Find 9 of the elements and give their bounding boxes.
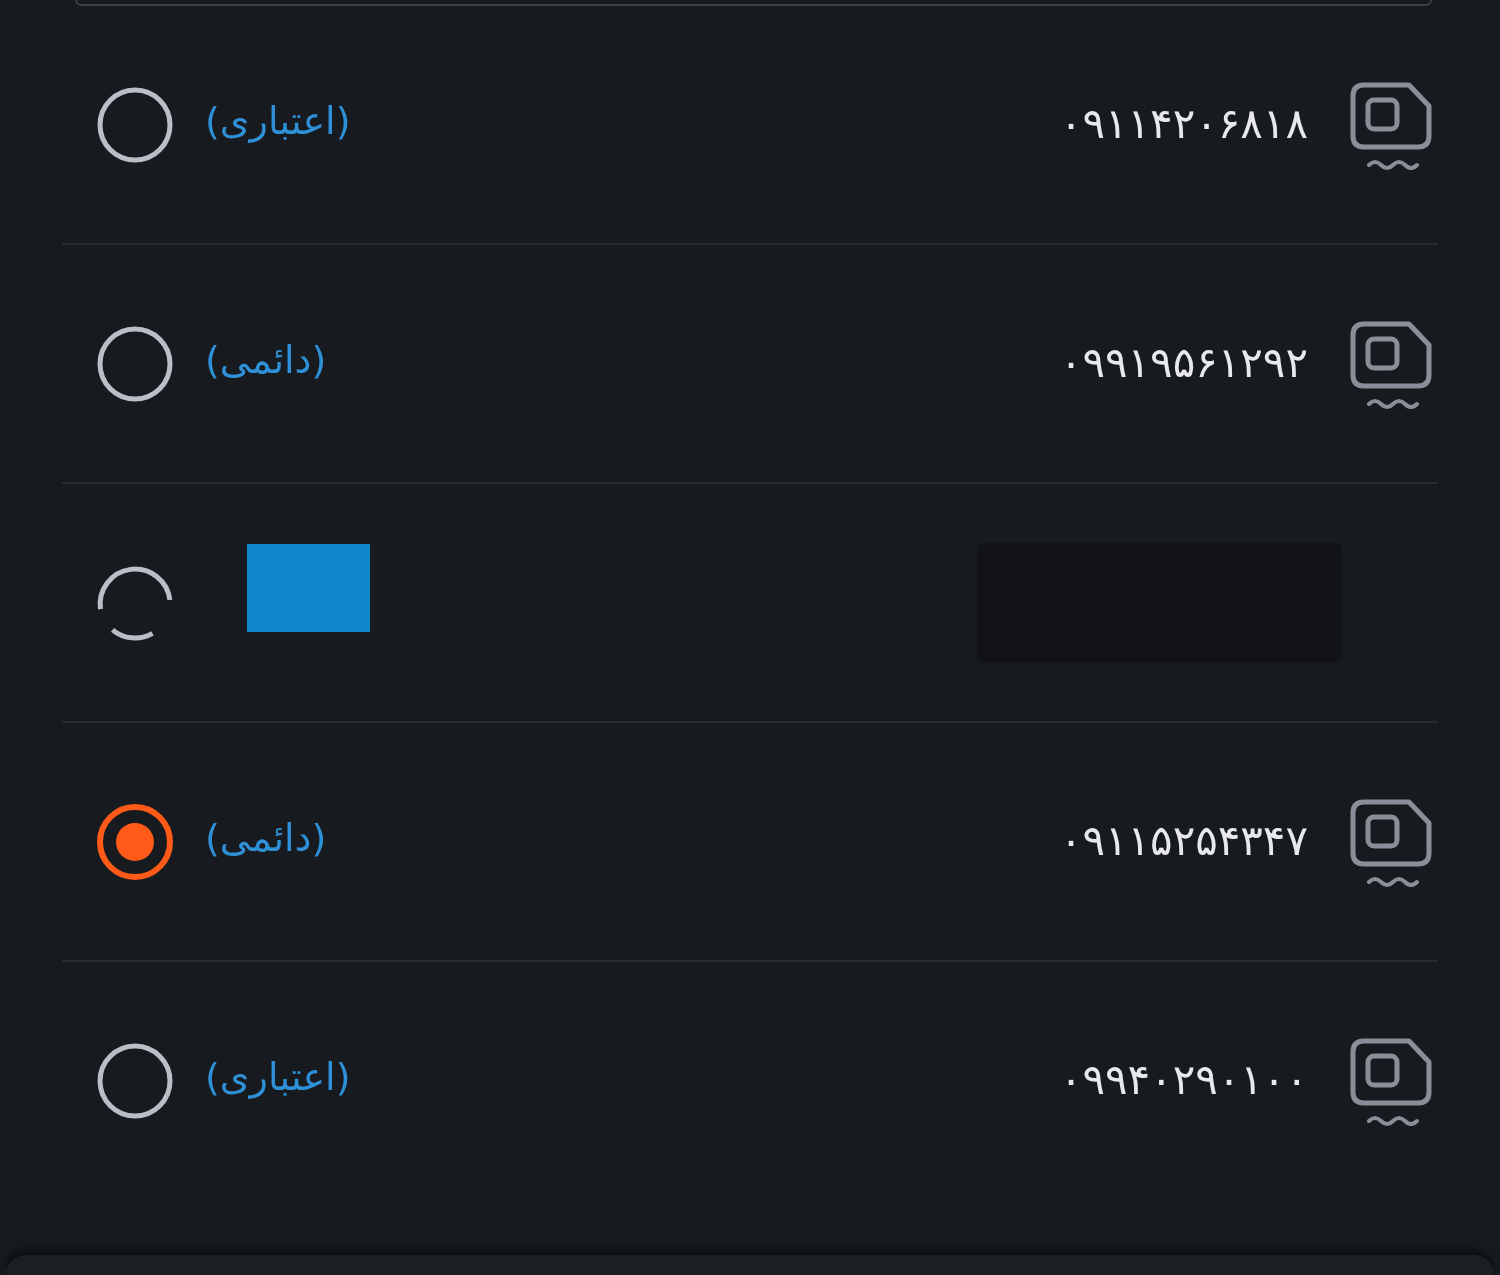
phone-number: ۰۹۱۱۴۲۰۶۸۱۸ [1059, 99, 1308, 150]
line-type-label: (اعتباری) [205, 1053, 351, 1101]
phone-number: ۰۹۹۴۰۲۹۰۱۰۰ [1059, 1055, 1308, 1106]
radio-button[interactable] [95, 801, 175, 882]
line-type-label: (دائمی) [205, 814, 327, 862]
line-type-label: (اعتباری) [205, 97, 351, 145]
phone-number: ۰۹۱۱۵۲۵۴۳۴۷ [1059, 816, 1308, 867]
phone-number: ۰۹۹۱۹۵۶۱۲۹۲ [1059, 338, 1308, 389]
line-type-label: (دائمی) [205, 336, 327, 384]
